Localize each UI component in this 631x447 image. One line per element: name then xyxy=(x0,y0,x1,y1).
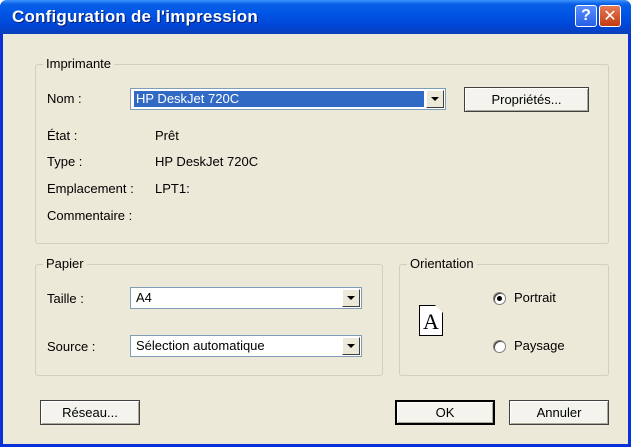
printer-status-label: État : xyxy=(47,128,78,143)
landscape-radio[interactable] xyxy=(493,340,506,353)
properties-button[interactable]: Propriétés... xyxy=(464,87,589,112)
paper-size-select[interactable]: A4 xyxy=(130,287,362,309)
radio-selected-dot xyxy=(497,296,502,301)
paper-size-label: Taille : xyxy=(47,291,84,306)
chevron-down-icon xyxy=(431,97,439,101)
paper-source-select[interactable]: Sélection automatique xyxy=(130,335,362,357)
paper-source-dropdown-button[interactable] xyxy=(342,337,360,355)
page-portrait-icon: A xyxy=(419,305,443,336)
landscape-label[interactable]: Paysage xyxy=(514,338,565,353)
printer-type-value: HP DeskJet 720C xyxy=(155,154,259,169)
network-button[interactable]: Réseau... xyxy=(40,400,140,425)
printer-location-label: Emplacement : xyxy=(47,181,134,196)
page-icon-letter: A xyxy=(423,309,439,334)
paper-source-value: Sélection automatique xyxy=(136,338,265,353)
ok-button[interactable]: OK xyxy=(395,400,495,425)
portrait-label[interactable]: Portrait xyxy=(514,290,556,305)
printer-location-value: LPT1: xyxy=(155,181,190,196)
print-setup-dialog: Configuration de l'impression ? ✕ Imprim… xyxy=(0,0,631,447)
paper-group: Papier xyxy=(35,256,383,376)
printer-name-label: Nom : xyxy=(47,91,82,106)
help-icon: ? xyxy=(581,7,591,24)
paper-group-legend: Papier xyxy=(43,256,87,271)
close-button[interactable]: ✕ xyxy=(599,5,621,27)
printer-status-value: Prêt xyxy=(155,128,179,143)
chevron-down-icon xyxy=(347,344,355,348)
printer-name-select[interactable]: HP DeskJet 720C xyxy=(130,88,446,110)
window-title: Configuration de l'impression xyxy=(12,7,258,26)
title-bar[interactable]: Configuration de l'impression ? ✕ xyxy=(0,0,631,34)
printer-comment-label: Commentaire : xyxy=(47,208,133,223)
paper-source-label: Source : xyxy=(47,339,96,354)
chevron-down-icon xyxy=(347,296,355,300)
printer-group-legend: Imprimante xyxy=(43,56,115,71)
paper-size-value: A4 xyxy=(136,290,152,305)
orientation-group-legend: Orientation xyxy=(407,256,477,271)
printer-type-label: Type : xyxy=(47,154,83,169)
close-icon: ✕ xyxy=(603,8,617,25)
printer-dropdown-button[interactable] xyxy=(426,90,444,108)
paper-size-dropdown-button[interactable] xyxy=(342,289,360,307)
cancel-button[interactable]: Annuler xyxy=(509,400,609,425)
portrait-radio[interactable] xyxy=(493,292,506,305)
help-button[interactable]: ? xyxy=(575,5,597,27)
printer-name-value: HP DeskJet 720C xyxy=(134,91,424,107)
